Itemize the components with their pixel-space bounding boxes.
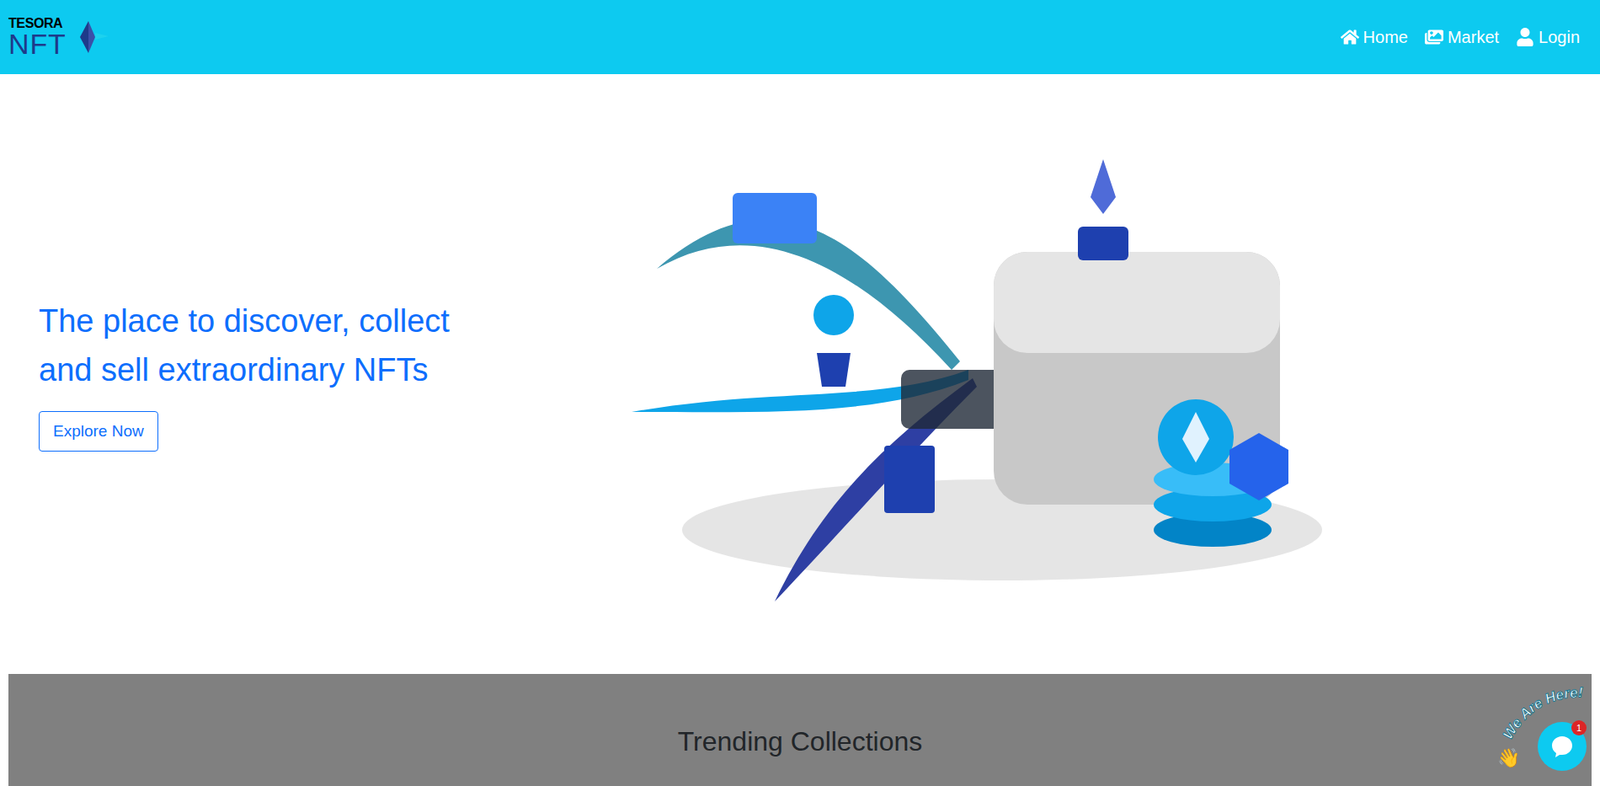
nav-item[interactable]: Market <box>1424 24 1499 50</box>
user-icon <box>1515 27 1535 47</box>
wave-emoji: 👋 <box>1497 748 1520 768</box>
hero-illustration <box>606 133 1348 614</box>
logo-top-text: TESORA <box>8 16 67 31</box>
diamond-icon <box>69 17 109 57</box>
nav-item[interactable]: Home <box>1340 24 1408 50</box>
nav-item[interactable]: Login <box>1515 24 1580 50</box>
chat-widget[interactable]: We Are Here!👋1 <box>1495 681 1597 774</box>
hero-text: The place to discover, collectand sell e… <box>0 296 590 452</box>
page: TESORANFT Home Market Login The place to dis… <box>0 0 1600 786</box>
logo[interactable]: TESORANFT <box>8 16 109 58</box>
trending-title: Trending Collections <box>677 724 923 758</box>
chat-button[interactable]: 1 <box>1537 721 1587 771</box>
explore-button[interactable]: Explore Now <box>38 410 159 452</box>
chat-bubble-icon <box>1549 733 1575 759</box>
trending-section: Trending Collections <box>8 673 1592 786</box>
hero-heading: The place to discover, collectand sell e… <box>38 296 450 395</box>
market-icon <box>1424 27 1444 47</box>
nav-menu: Home Market Login <box>1340 24 1580 50</box>
navbar: TESORANFT Home Market Login <box>0 0 1600 75</box>
hero: The place to discover, collectand sell e… <box>0 74 1600 674</box>
home-icon <box>1340 27 1360 47</box>
logo-bottom-text: NFT <box>8 30 67 58</box>
chat-badge: 1 <box>1571 720 1587 736</box>
